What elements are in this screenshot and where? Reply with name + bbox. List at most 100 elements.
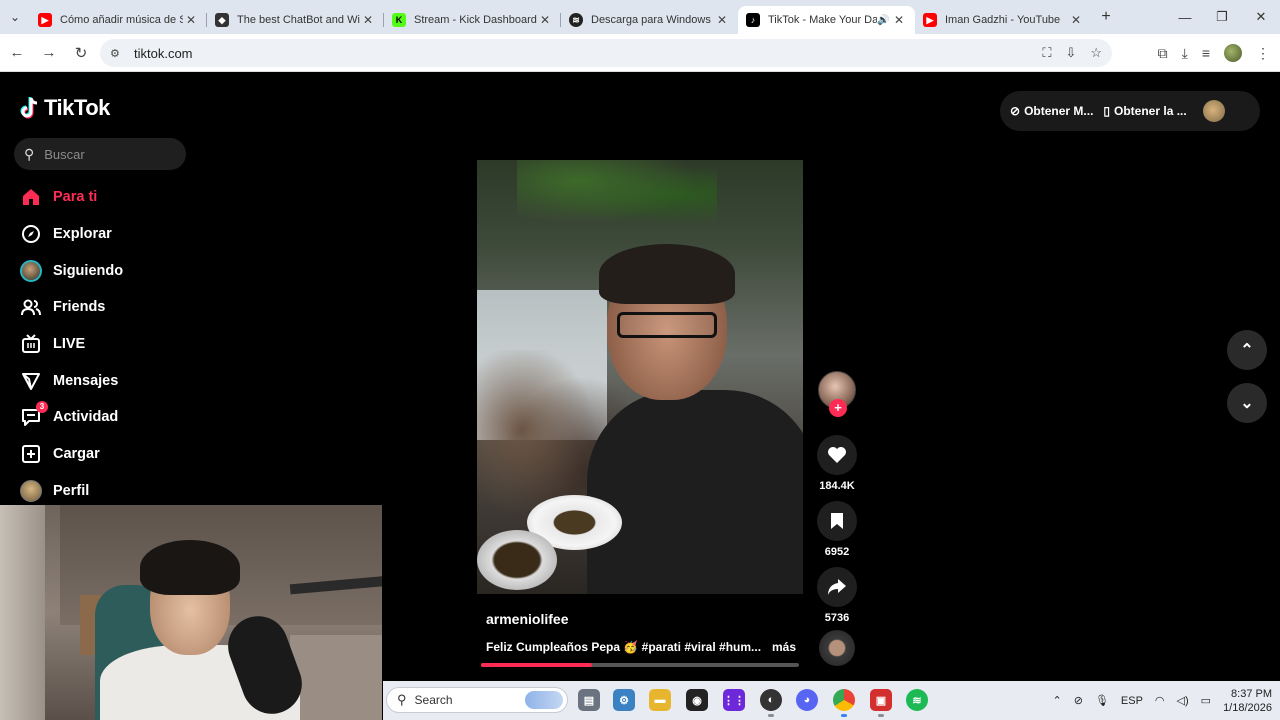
back-arrow-icon[interactable]: ← [2, 38, 32, 68]
like-count: 184.4K [819, 480, 855, 492]
chrome-icon[interactable] [833, 689, 855, 717]
creator-avatar[interactable]: + [818, 371, 856, 417]
apps-grid-icon[interactable]: ⋮⋮ [723, 689, 745, 711]
sidebar-item-friends[interactable]: Friends [20, 289, 200, 326]
share-count: 5736 [824, 612, 850, 624]
coin-icon: ⊘ [1010, 104, 1021, 118]
sidebar-item-cargar[interactable]: Cargar [20, 436, 200, 473]
obs-studio-icon[interactable]: ◐ [760, 689, 782, 717]
volume-icon[interactable]: ◁) [1177, 694, 1189, 707]
tab-close-icon[interactable]: ✕ [714, 13, 730, 27]
extensions-icon[interactable]: ⧉ [1158, 45, 1168, 62]
discord-icon[interactable]: ◕ [796, 689, 818, 711]
friends-icon [20, 296, 42, 318]
spotify-icon[interactable]: ≋ [906, 689, 928, 711]
caption-text: Feliz Cumpleaños Pepa 🥳 #parati #viral #… [486, 640, 762, 654]
video-progress-bar[interactable] [481, 663, 799, 667]
tiktok-logo[interactable]: TikTok [20, 95, 110, 121]
tab-title: Stream - Kick Dashboard [414, 14, 537, 26]
tab-audio-icon[interactable]: 🔊 [877, 15, 891, 26]
sidebar-item-explorar[interactable]: Explorar [20, 216, 200, 253]
tab-close-icon[interactable]: ✕ [891, 13, 907, 27]
language-indicator[interactable]: ESP [1121, 695, 1143, 707]
menu-kebab-icon[interactable]: ⋮ [1256, 45, 1270, 62]
clock-date: 1/18/2026 [1223, 701, 1272, 714]
tab-close-icon[interactable]: ✕ [360, 13, 376, 27]
video-progress-fill [481, 663, 593, 667]
battery-icon[interactable]: ▭ [1201, 694, 1211, 707]
close-window-icon[interactable]: ✕ [1242, 0, 1280, 34]
youtube-favicon-icon: ▶ [38, 13, 52, 27]
user-avatar[interactable] [1202, 100, 1225, 122]
get-coins-label: Obtener M... [1024, 104, 1094, 118]
minimize-icon[interactable]: — [1166, 0, 1204, 34]
network-off-icon[interactable]: ⊘ [1074, 694, 1083, 707]
file-explorer-icon[interactable]: ▬ [649, 689, 671, 711]
tab-close-icon[interactable]: ✕ [537, 13, 553, 27]
browser-tab[interactable]: ▶ Iman Gadzhi - YouTube ✕ [915, 6, 1092, 34]
compass-icon [20, 223, 42, 245]
like-heart-icon[interactable] [817, 435, 857, 475]
sidebar-item-live[interactable]: LIVE [20, 326, 200, 363]
translate-icon[interactable]: ⛶ [1042, 45, 1051, 61]
new-tab-button[interactable]: + [1092, 8, 1120, 26]
previous-video-chevron-up-icon[interactable]: ⌃ [1227, 330, 1267, 370]
chevron-up-icon[interactable]: ⌃ [1053, 694, 1062, 707]
follow-plus-icon[interactable]: + [829, 399, 847, 417]
search-icon: ⚲ [24, 145, 35, 162]
get-app-label: Obtener la ... [1114, 104, 1187, 118]
music-disc-icon[interactable] [819, 630, 855, 666]
reload-icon[interactable]: ↻ [66, 38, 96, 68]
browser-toolbar: ← → ↻ ⚙ tiktok.com ⛶ ⇩ ☆ ⧉ ⤓ ≡ ⋮ [0, 34, 1280, 72]
sidebar-item-label: LIVE [53, 336, 86, 353]
get-coins-button[interactable]: ⊘ Obtener M... [1010, 104, 1093, 118]
sidebar-item-mensajes[interactable]: Mensajes [20, 362, 200, 399]
activity-badge: 3 [36, 401, 48, 414]
browser-tab[interactable]: K Stream - Kick Dashboard ✕ [384, 6, 561, 34]
restore-icon[interactable]: ❐ [1203, 0, 1241, 34]
browser-tab[interactable]: ◆ The best ChatBot and Wid ✕ [207, 6, 384, 34]
profile-avatar-icon[interactable] [1224, 44, 1242, 62]
video-author[interactable]: armeniolifee [486, 611, 568, 627]
downloads-icon[interactable]: ⤓ [1182, 45, 1188, 62]
browser-tab[interactable]: ≋ Descarga para Windows - ✕ [561, 6, 738, 34]
browser-tab[interactable]: ▶ Cómo añadir música de Sp ✕ [30, 6, 207, 34]
clock[interactable]: 8:37 PM 1/18/2026 [1223, 687, 1272, 715]
install-app-icon[interactable]: ⇩ [1065, 45, 1076, 61]
tab-title: TikTok - Make Your Da [768, 14, 877, 26]
address-bar[interactable]: ⚙ tiktok.com ⛶ ⇩ ☆ [100, 39, 1112, 67]
bookmark-icon[interactable] [817, 501, 857, 541]
wifi-icon[interactable]: ◠ [1155, 694, 1165, 707]
share-icon[interactable] [817, 567, 857, 607]
streaming-app-icon[interactable]: ▣ [870, 689, 892, 717]
media-control-icon[interactable]: ≡ [1202, 45, 1210, 61]
taskbar-search-input[interactable]: ⚲ Search [386, 687, 568, 713]
bookmark-star-icon[interactable]: ☆ [1090, 45, 1102, 61]
sidebar-item-siguiendo[interactable]: Siguiendo [20, 252, 200, 289]
task-view-icon[interactable]: ▤ [578, 689, 600, 711]
tab-close-icon[interactable]: ✕ [183, 13, 199, 27]
settings-gear-icon[interactable]: ⚙ [613, 689, 635, 711]
browser-tab-active[interactable]: ♪ TikTok - Make Your Da 🔊 ✕ [738, 6, 915, 34]
obs-app-icon[interactable]: ◉ [686, 689, 708, 711]
taskbar-search-placeholder: Search [414, 693, 453, 707]
video-player[interactable] [477, 160, 803, 594]
sidebar-item-perfil[interactable]: Perfil [20, 473, 200, 510]
profile-avatar-icon [20, 479, 42, 502]
sidebar-item-actividad[interactable]: 3 Actividad [20, 399, 200, 436]
tab-title: Iman Gadzhi - YouTube [945, 14, 1061, 26]
plus-square-icon [20, 443, 42, 465]
tab-search-dropdown-icon[interactable]: ⌄ [0, 0, 30, 34]
tab-close-icon[interactable]: ✕ [1068, 13, 1084, 27]
site-settings-icon[interactable]: ⚙ [110, 47, 122, 60]
get-app-button[interactable]: ▯ Obtener la ... [1103, 104, 1186, 118]
sidebar-item-para-ti[interactable]: Para ti [20, 179, 200, 216]
search-input[interactable]: ⚲ Buscar [14, 138, 186, 170]
top-right-actions: ⊘ Obtener M... ▯ Obtener la ... [1000, 91, 1260, 131]
next-video-chevron-down-icon[interactable]: ⌄ [1227, 383, 1267, 423]
caption-more-button[interactable]: más [772, 640, 796, 654]
forward-arrow-icon[interactable]: → [34, 38, 64, 68]
following-avatar-icon [20, 259, 42, 282]
activity-icon: 3 [20, 401, 48, 428]
microphone-icon[interactable]: 🎙 [1095, 694, 1109, 707]
